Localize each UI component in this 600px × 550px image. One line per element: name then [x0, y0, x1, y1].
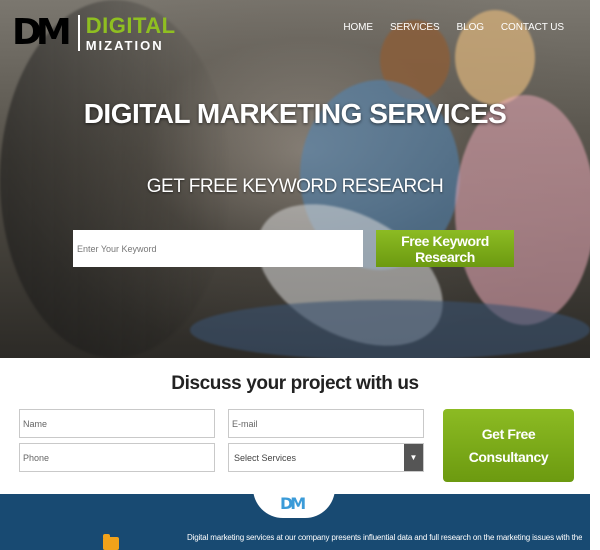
logo-word-mization: MIZATION [85, 37, 164, 53]
logo-divider [77, 15, 80, 51]
nav-blog[interactable]: BLOG [457, 22, 484, 33]
get-free-consultancy-button[interactable]: Get Free Consultancy [443, 409, 574, 482]
logo-word-digital: DIGITAL [85, 12, 176, 38]
folder-icon [103, 534, 119, 550]
hero-title: DIGITAL MARKETING SERVICES [83, 98, 507, 129]
footer-logo-mark: DM [280, 494, 306, 513]
phone-field[interactable] [19, 443, 215, 472]
logo-words: DIGITAL MIZATION [85, 12, 176, 53]
hero-subtitle: GET FREE KEYWORD RESEARCH [146, 176, 444, 197]
chevron-down-icon[interactable]: ▼ [404, 444, 423, 471]
nav-services[interactable]: SERVICES [390, 22, 440, 33]
nav-home[interactable]: HOME [343, 22, 373, 33]
name-field[interactable] [19, 409, 215, 438]
logo-mark: DM [12, 12, 72, 53]
main-nav: HOME SERVICES BLOG CONTACT US [343, 22, 564, 33]
email-field[interactable] [228, 409, 424, 438]
footer-description: Digital marketing services at our compan… [187, 533, 582, 542]
nav-contact-us[interactable]: CONTACT US [501, 22, 564, 33]
services-select[interactable]: Select Services ▼ [228, 443, 424, 472]
consultancy-label-line2: Consultancy [468, 448, 549, 465]
consultancy-label-line1: Get Free [481, 425, 536, 442]
form-heading: Discuss your project with us [171, 373, 419, 394]
page: DM DIGITAL MIZATION HOME SERVICES BLOG C… [0, 0, 600, 550]
hero-photo-detail [190, 300, 590, 358]
site-logo[interactable]: DM DIGITAL MIZATION [12, 13, 176, 53]
free-keyword-research-button[interactable]: Free Keyword Research [376, 230, 514, 267]
hero-banner: DM DIGITAL MIZATION HOME SERVICES BLOG C… [0, 0, 590, 358]
keyword-input[interactable] [73, 230, 363, 267]
services-select-value: Select Services [234, 453, 297, 463]
